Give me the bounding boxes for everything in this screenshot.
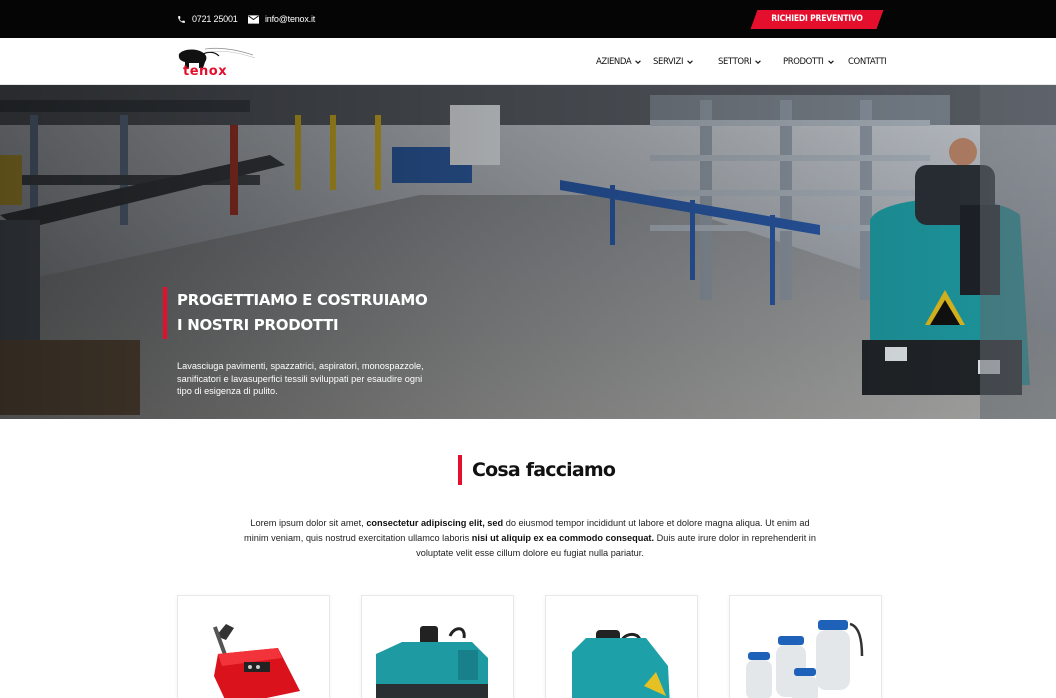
ride-on-scrubber-image — [376, 626, 488, 698]
product-card-ride-on-scrubber[interactable] — [361, 595, 514, 698]
nav-label-contatti: CONTATTI — [848, 56, 887, 67]
hero-title-line-1: PROGETTIAMO E COSTRUIAMO — [177, 291, 428, 309]
nav-label-prodotti: PRODOTTI — [783, 56, 824, 67]
factory-floor-image — [0, 85, 1056, 419]
phone-icon — [178, 15, 185, 23]
chevron-down-icon — [635, 59, 642, 64]
nav-label-settori: SETTORI — [718, 56, 752, 67]
compact-scrubber-image — [572, 630, 670, 698]
email-contact[interactable]: info@tenox.it — [248, 0, 315, 38]
product-card-pressure-washer[interactable] — [177, 595, 330, 698]
nav-item-servizi[interactable]: SERVIZI — [653, 38, 694, 85]
section-intro: Lorem ipsum dolor sit amet, consectetur … — [244, 518, 816, 558]
envelope-icon — [248, 14, 259, 24]
hero-title: PROGETTIAMO E COSTRUIAMO I NOSTRI PRODOT… — [177, 288, 437, 338]
top-bar: 0721 25001 info@tenox.it RICHIEDI PREVEN… — [0, 0, 1056, 38]
hero-description: Lavasciuga pavimenti, spazzatrici, aspir… — [177, 361, 424, 396]
product-card-vacuum-cleaners[interactable] — [729, 595, 882, 698]
hero-title-line-2: I NOSTRI PRODOTTI — [177, 316, 339, 334]
section-heading: Cosa facciamo — [472, 459, 616, 481]
nav-label-azienda: AZIENDA — [596, 56, 632, 67]
main-navbar: tenox AZIENDA SERVIZI SETTORI PRODOTTI C… — [0, 38, 1056, 85]
nav-item-prodotti[interactable]: PRODOTTI — [783, 38, 835, 85]
phone-contact[interactable]: 0721 25001 — [177, 0, 238, 38]
pressure-washer-image — [212, 624, 300, 698]
phone-number: 0721 25001 — [192, 14, 238, 24]
nav-item-azienda[interactable]: AZIENDA — [596, 38, 642, 85]
chevron-down-icon — [827, 59, 834, 64]
nav-item-settori[interactable]: SETTORI — [718, 38, 762, 85]
hero-banner: PROGETTIAMO E COSTRUIAMO I NOSTRI PRODOT… — [0, 85, 1056, 419]
nav-item-contatti[interactable]: CONTATTI — [848, 38, 887, 85]
quote-request-button[interactable]: RICHIEDI PREVENTIVO — [750, 10, 884, 29]
vacuum-cleaners-image — [746, 620, 864, 698]
hero-accent-bar — [163, 287, 167, 339]
logo-text: tenox — [183, 64, 227, 76]
nav-label-servizi: SERVIZI — [653, 56, 684, 67]
email-address: info@tenox.it — [265, 14, 316, 24]
quote-request-label: RICHIEDI PREVENTIVO — [771, 14, 863, 24]
product-card-compact-scrubber[interactable] — [545, 595, 698, 698]
chevron-down-icon — [755, 59, 762, 64]
section-accent-bar — [458, 455, 462, 485]
tenox-logo[interactable]: tenox — [175, 46, 259, 79]
chevron-down-icon — [687, 59, 693, 64]
section-title: Cosa facciamo — [458, 455, 616, 485]
